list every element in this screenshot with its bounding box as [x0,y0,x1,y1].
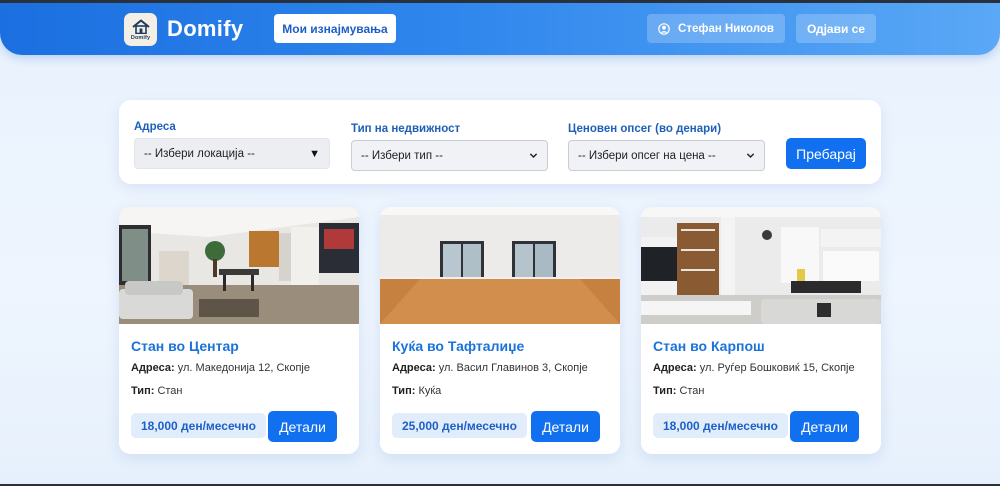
listing-title[interactable]: Куќа во Тафталиџе [392,338,524,354]
listing-photo[interactable] [641,207,881,324]
my-rentals-button[interactable]: Мои изнајмувања [274,14,396,43]
listing-address-label: Адреса: [131,362,175,374]
price-range-select-value: -- Избери опсег на цена -- [578,149,716,162]
listing-photo[interactable] [119,207,359,324]
listing-address-value: ул. Руѓер Бошковиќ 15, Скопје [699,362,855,374]
listing-address: Адреса: ул. Руѓер Бошковиќ 15, Скопје [653,362,855,374]
listing-type-value: Стан [157,385,183,397]
house-logo-icon [131,19,150,34]
chevron-down-icon [529,153,538,159]
caret-down-icon: ▼ [309,147,320,160]
listing-type-label: Тип: [653,385,677,397]
listing-type-label: Тип: [131,385,155,397]
brand-name[interactable]: Domify [167,16,243,42]
listing-address: Адреса: ул. Васил Главинов 3, Скопје [392,362,588,374]
type-label: Тип на недвижност [351,123,461,135]
top-navbar: Domify Domify Мои изнајмувања Стефан Ник… [0,3,1000,55]
user-profile-button[interactable]: Стефан Николов [647,14,785,43]
address-select[interactable]: -- Избери локација -- ▼ [134,138,330,169]
listing-address-value: ул. Васил Главинов 3, Скопје [438,362,588,374]
logo-text: Domify [130,34,151,41]
logout-button[interactable]: Одјави се [796,14,876,43]
price-range-label: Ценовен опсег (во денари) [568,123,722,135]
user-name: Стефан Николов [678,22,774,35]
type-select[interactable]: -- Избери тип -- [351,140,548,171]
price-badge: 18,000 ден/месечно [131,413,266,438]
search-button[interactable]: Пребарај [786,138,866,169]
user-circle-icon [658,22,670,35]
listing-card[interactable]: Куќа во Тафталиџе Адреса: ул. Васил Глав… [380,207,620,454]
chevron-down-icon [746,153,755,159]
logo[interactable]: Domify [124,13,157,46]
price-badge: 25,000 ден/месечно [392,413,527,438]
listing-type-label: Тип: [392,385,416,397]
listing-address-value: ул. Македонија 12, Скопје [177,362,310,374]
listing-photo[interactable] [380,207,620,324]
listing-title[interactable]: Стан во Центар [131,338,239,354]
listing-type: Тип: Куќа [392,385,441,397]
address-label: Адреса [134,121,176,133]
search-panel: Адреса -- Избери локација -- ▼ Тип на не… [119,100,881,184]
listing-address-label: Адреса: [392,362,436,374]
listing-card[interactable]: Стан во Карпош Адреса: ул. Руѓер Бошкови… [641,207,881,454]
details-button[interactable]: Детали [790,411,859,442]
details-button[interactable]: Детали [268,411,337,442]
listing-title[interactable]: Стан во Карпош [653,338,765,354]
listing-address: Адреса: ул. Македонија 12, Скопје [131,362,310,374]
listing-address-label: Адреса: [653,362,697,374]
price-badge: 18,000 ден/месечно [653,413,788,438]
listing-type: Тип: Стан [653,385,705,397]
listing-type-value: Стан [679,385,705,397]
type-select-value: -- Избери тип -- [361,149,443,162]
listing-card[interactable]: Стан во Центар Адреса: ул. Македонија 12… [119,207,359,454]
details-button[interactable]: Детали [531,411,600,442]
listing-type-value: Куќа [418,385,442,397]
address-select-value: -- Избери локација -- [144,147,255,160]
price-range-select[interactable]: -- Избери опсег на цена -- [568,140,765,171]
listing-type: Тип: Стан [131,385,183,397]
